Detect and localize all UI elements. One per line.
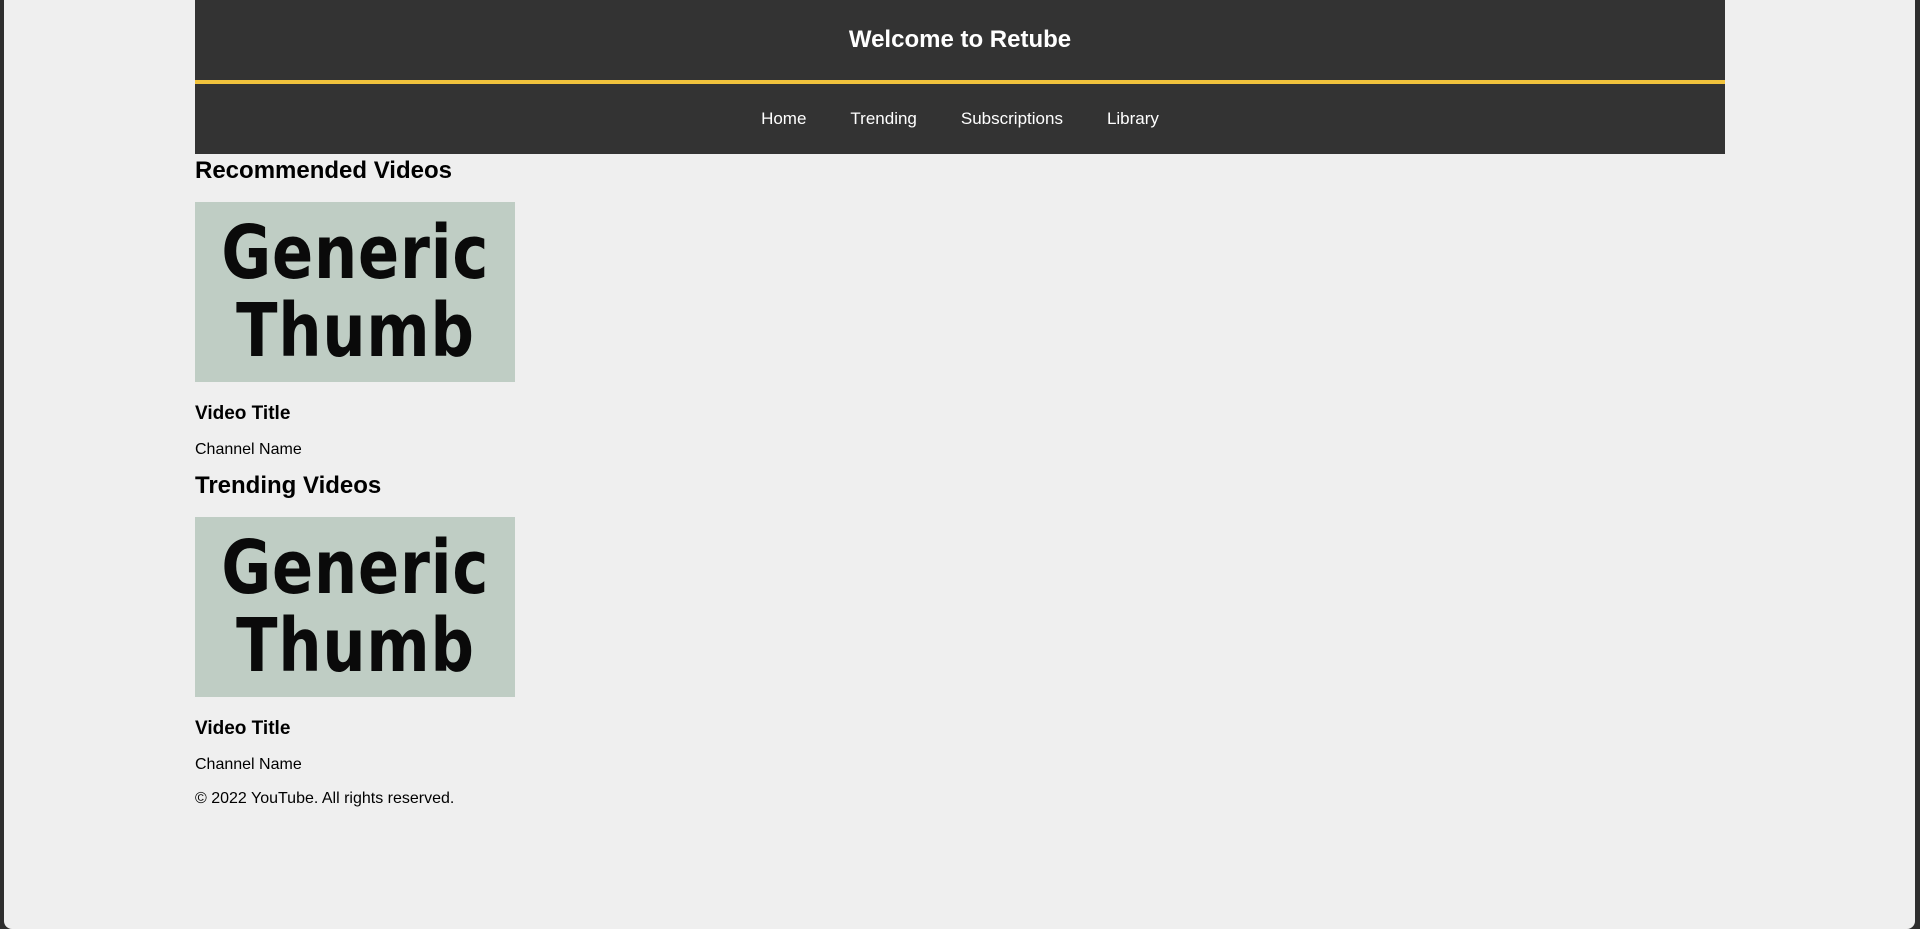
thumbnail-text: Thumb (235, 603, 475, 689)
video-title[interactable]: Video Title (195, 382, 1725, 425)
nav-link-subscriptions[interactable]: Subscriptions (961, 109, 1063, 129)
video-card: Generic Thumb Video Title Channel Name (195, 517, 1725, 774)
section-heading: Recommended Videos (195, 157, 452, 184)
thumbnail-text: Generic (221, 525, 489, 611)
page-container: Welcome to Retube Home Trending Subscrip… (195, 0, 1725, 808)
site-header: Welcome to Retube (195, 0, 1725, 84)
trending-section: Trending Videos Generic Thumb Video Titl… (195, 459, 1725, 774)
nav-link-trending[interactable]: Trending (850, 109, 916, 129)
video-title[interactable]: Video Title (195, 697, 1725, 740)
video-thumbnail[interactable]: Generic Thumb (195, 517, 515, 697)
video-thumbnail[interactable]: Generic Thumb (195, 202, 515, 382)
site-title: Welcome to Retube (848, 26, 1072, 53)
thumbnail-text: Generic (221, 210, 489, 296)
nav-link-library[interactable]: Library (1107, 109, 1159, 129)
browser-viewport: Welcome to Retube Home Trending Subscrip… (4, 0, 1915, 929)
channel-name[interactable]: Channel Name (195, 425, 1725, 459)
thumbnail-text: Thumb (235, 288, 475, 374)
nav-link-home[interactable]: Home (761, 109, 806, 129)
recommended-section: Recommended Videos Generic Thumb Video T… (195, 154, 1725, 459)
site-footer: © 2022 YouTube. All rights reserved. (195, 790, 455, 807)
channel-name[interactable]: Channel Name (195, 740, 1725, 774)
section-heading: Trending Videos (195, 472, 382, 499)
main-nav: Home Trending Subscriptions Library (195, 84, 1725, 154)
video-card: Generic Thumb Video Title Channel Name (195, 202, 1725, 459)
